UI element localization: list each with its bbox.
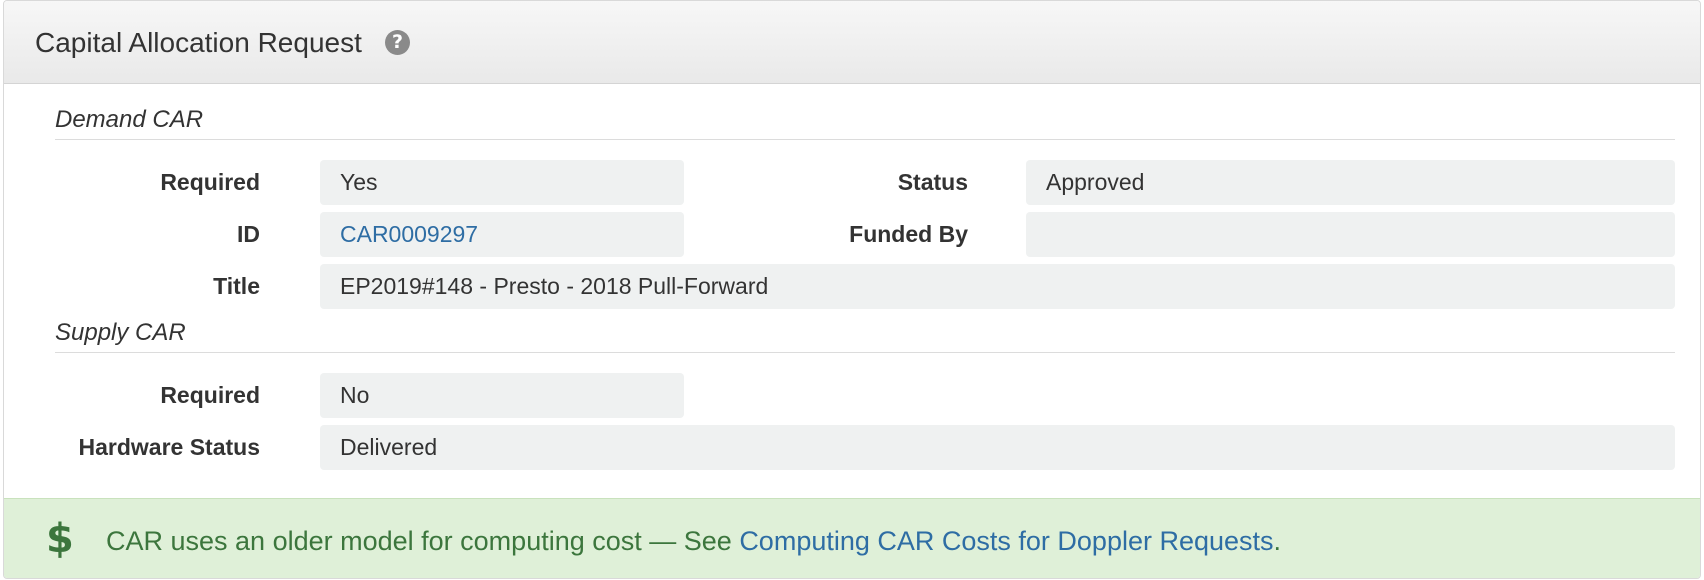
alert-message: CAR uses an older model for computing co… <box>106 525 1281 557</box>
demand-funded-by-label: Funded By <box>849 221 968 247</box>
dollar-icon: $ <box>46 516 74 562</box>
demand-status-value: Approved <box>1026 160 1675 205</box>
section-heading-supply: Supply CAR <box>55 318 1675 353</box>
demand-id-field: CAR0009297 <box>320 212 684 257</box>
cost-model-alert: $ CAR uses an older model for computing … <box>4 498 1700 578</box>
alert-text: CAR uses an older model for computing co… <box>106 526 740 556</box>
demand-id-link[interactable]: CAR0009297 <box>340 221 478 247</box>
supply-hardware-status-value: Delivered <box>320 425 1675 470</box>
capital-allocation-panel: Capital Allocation Request ? Demand CAR … <box>3 0 1701 579</box>
demand-id-label: ID <box>237 221 260 247</box>
demand-title-label: Title <box>213 273 260 299</box>
alert-suffix: . <box>1273 526 1282 556</box>
supply-required-label: Required <box>160 382 260 408</box>
question-circle-icon[interactable]: ? <box>385 30 410 55</box>
demand-title-value: EP2019#148 - Presto - 2018 Pull-Forward <box>320 264 1675 309</box>
demand-required-value: Yes <box>320 160 684 205</box>
panel-title: Capital Allocation Request <box>35 27 362 58</box>
section-heading-demand: Demand CAR <box>55 105 1675 140</box>
computing-car-costs-link[interactable]: Computing CAR Costs for Doppler Requests <box>739 526 1273 556</box>
demand-funded-by-value <box>1026 212 1675 257</box>
panel-header: Capital Allocation Request ? <box>4 1 1700 84</box>
supply-hardware-status-label: Hardware Status <box>78 434 260 460</box>
demand-status-label: Status <box>897 169 968 195</box>
demand-required-label: Required <box>160 169 260 195</box>
supply-required-value: No <box>320 373 684 418</box>
